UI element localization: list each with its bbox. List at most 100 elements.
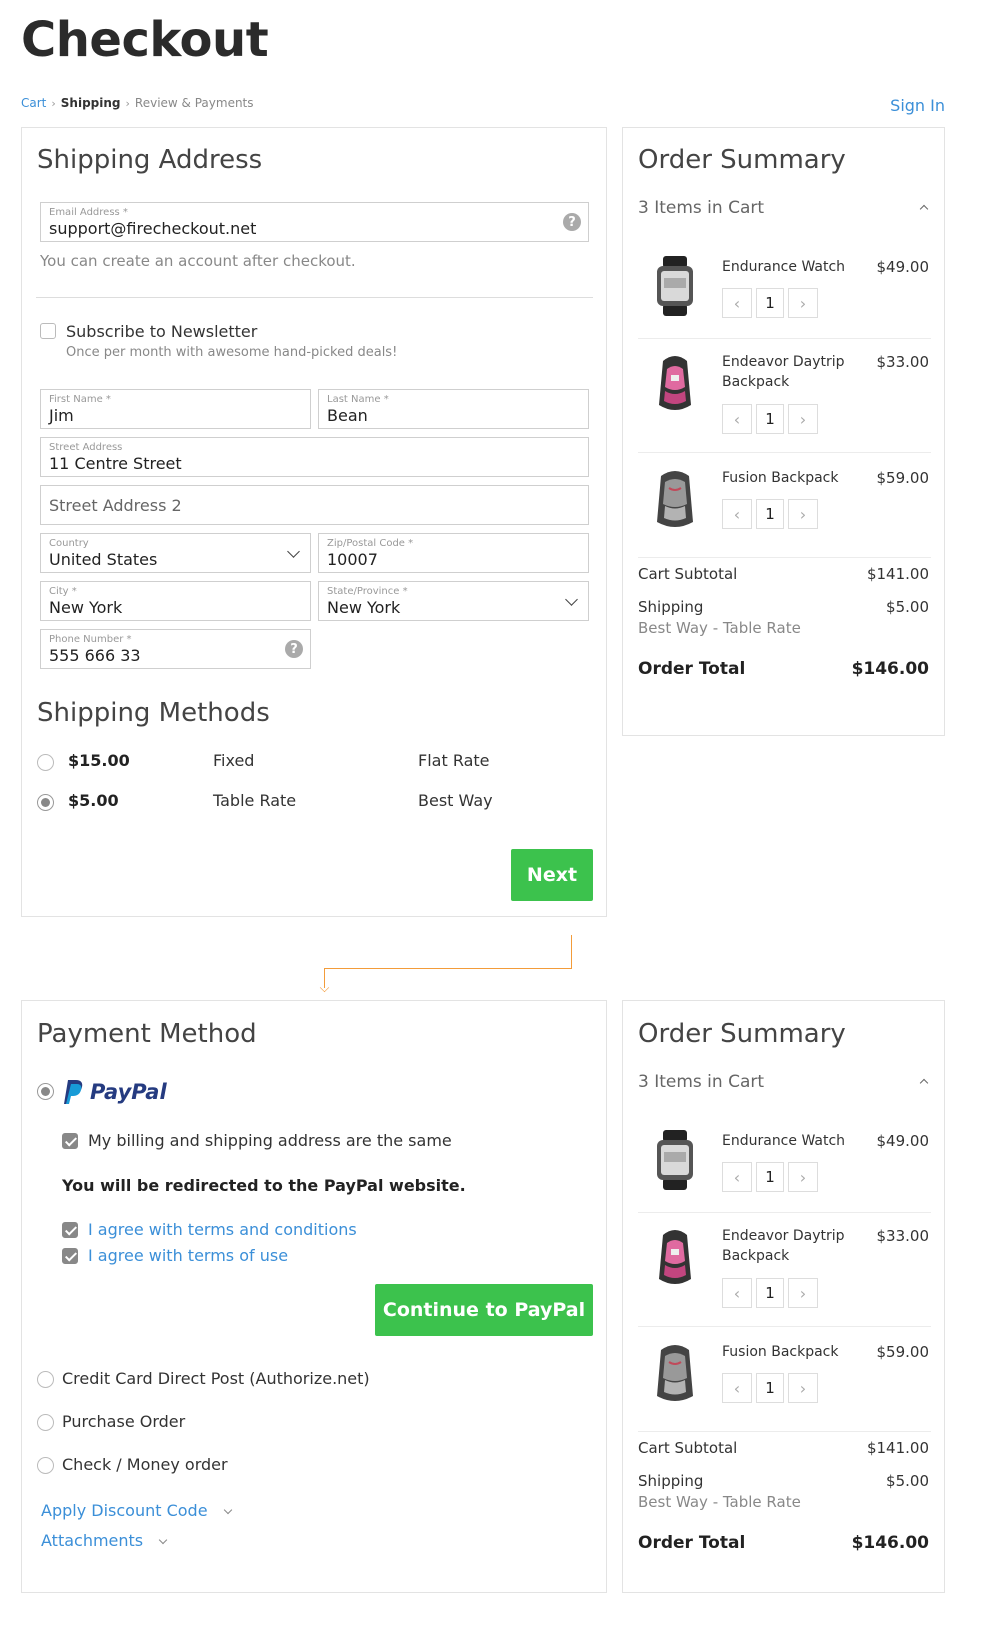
decrease-quantity-button[interactable]: ‹ xyxy=(722,499,752,529)
newsletter-checkbox[interactable] xyxy=(40,323,56,339)
divider xyxy=(638,1326,931,1327)
shipping-method-radio[interactable] xyxy=(37,754,54,771)
country-select[interactable]: Country United States xyxy=(40,533,311,573)
breadcrumb-shipping: Shipping xyxy=(60,96,121,110)
cart-item-name-line2[interactable]: Backpack xyxy=(722,1248,789,1264)
shipping-method-radio[interactable] xyxy=(37,794,54,811)
payment-option-check[interactable]: Check / Money order xyxy=(62,1455,228,1474)
attachments-link[interactable]: Attachments xyxy=(41,1531,168,1550)
agree-terms-checkbox[interactable] xyxy=(62,1222,78,1238)
decrease-quantity-button[interactable]: ‹ xyxy=(722,404,752,434)
pink-backpack-image xyxy=(659,1230,691,1284)
cart-item-name-line2[interactable]: Backpack xyxy=(722,374,789,390)
breadcrumb-cart[interactable]: Cart xyxy=(21,96,46,110)
agree-use-link[interactable]: I agree with terms of use xyxy=(88,1246,288,1265)
agree-terms-link[interactable]: I agree with terms and conditions xyxy=(88,1220,357,1239)
last-name-field[interactable]: Last Name * Bean xyxy=(318,389,589,429)
zip-field[interactable]: Zip/Postal Code * 10007 xyxy=(318,533,589,573)
agree-use-checkbox[interactable] xyxy=(62,1248,78,1264)
order-total-value: $146.00 xyxy=(851,659,929,679)
billing-same-label[interactable]: My billing and shipping address are the … xyxy=(88,1131,452,1150)
increase-quantity-button[interactable]: › xyxy=(788,499,818,529)
increase-quantity-button[interactable]: › xyxy=(788,288,818,318)
phone-field[interactable]: Phone Number * 555 666 33 ? xyxy=(40,629,311,669)
state-select[interactable]: State/Province * New York xyxy=(318,581,589,621)
items-count[interactable]: 3 Items in Cart xyxy=(638,1072,764,1092)
phone-value: 555 666 33 xyxy=(49,646,141,665)
payment-option-purchase-order[interactable]: Purchase Order xyxy=(62,1412,185,1431)
cart-item-name[interactable]: Endurance Watch xyxy=(722,1133,845,1149)
chevron-up-icon[interactable] xyxy=(919,1078,929,1088)
quantity-value[interactable]: 1 xyxy=(756,288,784,318)
gray-backpack-image xyxy=(657,1345,693,1401)
help-icon[interactable]: ? xyxy=(563,213,581,231)
quantity-value[interactable]: 1 xyxy=(756,499,784,529)
email-field[interactable]: Email Address * support@firecheckout.net… xyxy=(40,202,589,242)
newsletter-label[interactable]: Subscribe to Newsletter xyxy=(66,322,257,341)
paypal-icon xyxy=(64,1080,83,1104)
city-field[interactable]: City * New York xyxy=(40,581,311,621)
paypal-radio[interactable] xyxy=(37,1083,54,1100)
payment-panel: Payment Method PayPal My billing and shi… xyxy=(21,1000,607,1593)
quantity-value[interactable]: 1 xyxy=(756,404,784,434)
cart-item-name[interactable]: Endurance Watch xyxy=(722,259,845,275)
gray-backpack-image xyxy=(657,471,693,527)
cart-item-price: $49.00 xyxy=(876,258,930,276)
items-count[interactable]: 3 Items in Cart xyxy=(638,198,764,218)
newsletter-sub: Once per month with awesome hand-picked … xyxy=(66,345,398,360)
quantity-stepper: ‹ 1 › xyxy=(722,288,818,318)
divider xyxy=(638,557,931,558)
street-address-2-field[interactable]: Street Address 2 xyxy=(40,485,589,525)
divider xyxy=(36,297,593,298)
cart-item-name[interactable]: Endeavor Daytrip xyxy=(722,1228,845,1244)
decrease-quantity-button[interactable]: ‹ xyxy=(722,1162,752,1192)
payment-option-radio[interactable] xyxy=(37,1414,54,1431)
email-label: Email Address * xyxy=(49,207,128,218)
shipping-value: $5.00 xyxy=(886,598,929,616)
chevron-down-icon xyxy=(287,545,300,558)
pink-backpack-image xyxy=(659,356,691,410)
payment-option-radio[interactable] xyxy=(37,1457,54,1474)
quantity-value[interactable]: 1 xyxy=(756,1162,784,1192)
decrease-quantity-button[interactable]: ‹ xyxy=(722,1373,752,1403)
decrease-quantity-button[interactable]: ‹ xyxy=(722,1278,752,1308)
cart-item-name[interactable]: Endeavor Daytrip xyxy=(722,354,845,370)
cart-subtotal-label: Cart Subtotal xyxy=(638,565,738,583)
decrease-quantity-button[interactable]: ‹ xyxy=(722,288,752,318)
street2-placeholder: Street Address 2 xyxy=(49,496,182,515)
increase-quantity-button[interactable]: › xyxy=(788,1162,818,1192)
continue-to-paypal-button[interactable]: Continue to PayPal xyxy=(375,1284,593,1336)
cart-item-name[interactable]: Fusion Backpack xyxy=(722,470,839,486)
apply-discount-link[interactable]: Apply Discount Code xyxy=(41,1501,232,1520)
shipping-method-price: $15.00 xyxy=(68,751,130,770)
street-value: 11 Centre Street xyxy=(49,454,182,473)
divider xyxy=(638,452,931,453)
cart-item-price: $59.00 xyxy=(876,469,930,487)
breadcrumb-review: Review & Payments xyxy=(134,96,254,110)
shipping-method-summary: Best Way - Table Rate xyxy=(638,619,801,637)
increase-quantity-button[interactable]: › xyxy=(788,1373,818,1403)
next-button[interactable]: Next xyxy=(511,849,593,901)
help-icon[interactable]: ? xyxy=(285,640,303,658)
increase-quantity-button[interactable]: › xyxy=(788,1278,818,1308)
breadcrumb: Cart › Shipping › Review & Payments xyxy=(21,96,254,110)
billing-same-checkbox[interactable] xyxy=(62,1133,78,1149)
sign-in-link[interactable]: Sign In xyxy=(890,96,945,115)
increase-quantity-button[interactable]: › xyxy=(788,404,818,434)
divider xyxy=(638,1431,931,1432)
first-name-label: First Name * xyxy=(49,394,111,405)
quantity-value[interactable]: 1 xyxy=(756,1278,784,1308)
city-value: New York xyxy=(49,598,123,617)
chevron-up-icon[interactable] xyxy=(919,204,929,214)
cart-item-name[interactable]: Fusion Backpack xyxy=(722,1344,839,1360)
payment-option-radio[interactable] xyxy=(37,1371,54,1388)
first-name-field[interactable]: First Name * Jim xyxy=(40,389,311,429)
breadcrumb-separator-icon: › xyxy=(125,96,130,110)
cart-item-price: $33.00 xyxy=(876,353,930,371)
payment-option-credit-card[interactable]: Credit Card Direct Post (Authorize.net) xyxy=(62,1369,370,1388)
street-address-field[interactable]: Street Address 11 Centre Street xyxy=(40,437,589,477)
quantity-value[interactable]: 1 xyxy=(756,1373,784,1403)
quantity-stepper: ‹ 1 › xyxy=(722,1373,818,1403)
paypal-wordmark: PayPal xyxy=(90,1080,167,1104)
apply-discount-label: Apply Discount Code xyxy=(41,1501,208,1520)
